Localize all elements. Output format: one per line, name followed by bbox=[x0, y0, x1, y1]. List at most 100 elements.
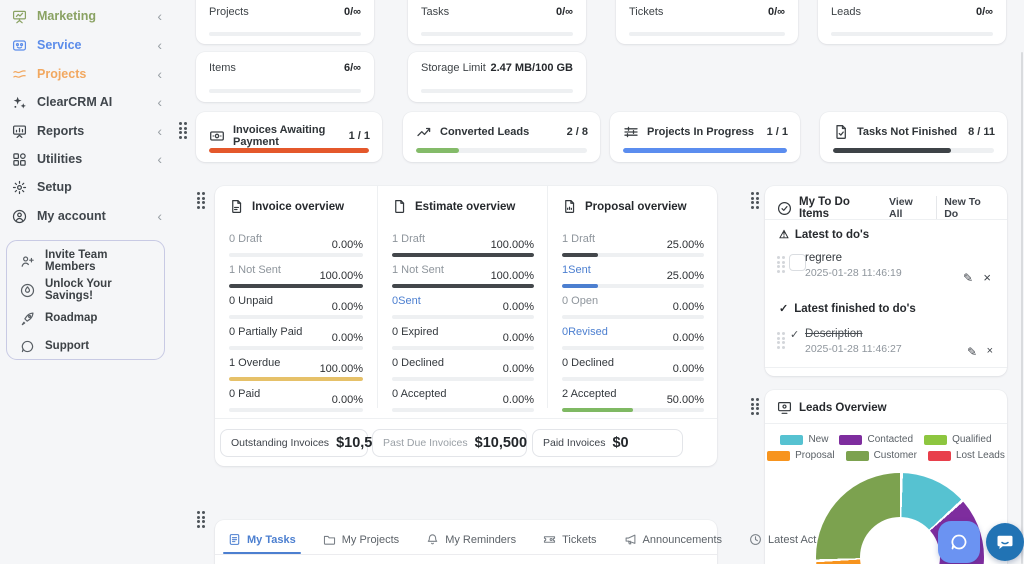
sidebar-item-projects[interactable]: Projects ‹ bbox=[12, 63, 162, 85]
ai-sparkles-icon bbox=[12, 95, 27, 110]
estimate-overview-column: Estimate overview 1 Draft100.00% 1 Not S… bbox=[377, 186, 548, 408]
drag-handle-icon[interactable] bbox=[777, 332, 785, 349]
roadmap-link[interactable]: Roadmap bbox=[20, 307, 156, 329]
invoice-row-overdue: 1 Overdue100.00% bbox=[229, 356, 363, 387]
legend-item: Contacted bbox=[839, 434, 913, 445]
tab-announcements[interactable]: Announcements bbox=[624, 526, 723, 553]
chevron-left-icon: ‹ bbox=[157, 38, 162, 52]
trend-up-icon bbox=[416, 124, 432, 140]
proposal-overview-column: Proposal overview 1 Draft25.00% 1Sent25.… bbox=[547, 186, 718, 408]
proposal-row-accepted: 2 Accepted50.00% bbox=[562, 387, 704, 418]
stat-card-storage-limit: Storage Limit2.47 MB/100 GB bbox=[408, 52, 586, 102]
chevron-left-icon: ‹ bbox=[157, 152, 162, 166]
kpi-card-tasks-not-finished: Tasks Not Finished 8 / 11 bbox=[820, 112, 1007, 162]
user-plus-icon bbox=[20, 254, 35, 269]
invoice-row-draft: 0 Draft0.00% bbox=[229, 232, 363, 263]
todo-item-title: Description bbox=[805, 328, 902, 340]
legend-swatch bbox=[839, 435, 862, 445]
proposal-document-icon bbox=[562, 199, 577, 214]
invoice-overview-title: Invoice overview bbox=[252, 201, 344, 213]
edit-icon[interactable]: ✎ bbox=[963, 272, 973, 284]
tab-latest-activity[interactable]: Latest Act bbox=[749, 526, 816, 553]
banknote-icon bbox=[209, 128, 225, 144]
sliders-icon bbox=[623, 124, 639, 140]
invoice-row-not-sent: 1 Not Sent100.00% bbox=[229, 263, 363, 294]
proposal-row-draft: 1 Draft25.00% bbox=[562, 232, 704, 263]
todo-item-title: regrere bbox=[805, 252, 902, 264]
gear-icon bbox=[12, 180, 27, 195]
projects-progress-bar bbox=[209, 32, 361, 36]
proposal-row-sent: 1Sent25.00% bbox=[562, 263, 704, 294]
invoices-awaiting-progress-bar bbox=[209, 148, 369, 153]
sidebar-item-my-account[interactable]: My account ‹ bbox=[12, 205, 162, 227]
documents-overview-panel: Invoice overview 0 Draft0.00% 1 Not Sent… bbox=[215, 186, 717, 466]
service-screen-icon bbox=[12, 38, 27, 53]
sidebar-item-label: Projects bbox=[37, 67, 86, 81]
sidebar-item-reports[interactable]: Reports ‹ bbox=[12, 120, 162, 142]
proposal-row-declined: 0 Declined0.00% bbox=[562, 356, 704, 387]
sidebar-item-clearcrm-ai[interactable]: ClearCRM AI ‹ bbox=[12, 91, 162, 113]
check-circle-icon bbox=[777, 201, 792, 216]
tasks-progress-bar bbox=[421, 32, 573, 36]
legend-item: Lost Leads bbox=[928, 450, 1005, 461]
drag-handle-icon[interactable] bbox=[751, 398, 759, 415]
warning-icon: ⚠ bbox=[779, 228, 789, 241]
drag-handle-icon[interactable] bbox=[179, 122, 187, 139]
tickets-progress-bar bbox=[629, 32, 785, 36]
drag-handle-icon[interactable] bbox=[751, 192, 759, 209]
proposal-row-revised: 0Revised0.00% bbox=[562, 325, 704, 356]
converted-leads-progress-bar bbox=[416, 148, 587, 153]
estimate-row-draft: 1 Draft100.00% bbox=[392, 232, 534, 263]
tasks-not-finished-bar bbox=[833, 148, 994, 153]
sidebar-item-label: Marketing bbox=[37, 9, 96, 23]
bell-icon bbox=[426, 533, 439, 546]
panel-divider bbox=[215, 418, 717, 419]
outstanding-invoices-pill: Outstanding Invoices $10,500 bbox=[220, 429, 368, 457]
invoice-document-icon bbox=[229, 199, 244, 214]
close-icon[interactable]: × bbox=[987, 346, 993, 357]
chevron-left-icon: ‹ bbox=[157, 209, 162, 223]
check-icon: ✓ bbox=[779, 302, 788, 315]
sidebar-item-service[interactable]: Service ‹ bbox=[12, 34, 162, 56]
invite-team-members-link[interactable]: Invite Team Members bbox=[20, 250, 156, 272]
sidebar-item-setup[interactable]: Setup bbox=[12, 176, 162, 198]
chat-widget-button[interactable] bbox=[938, 521, 980, 563]
vertical-scrollbar[interactable] bbox=[1021, 52, 1023, 564]
megaphone-icon bbox=[624, 533, 637, 546]
leads-overview-title: Leads Overview bbox=[799, 402, 887, 414]
sidebar-item-label: Utilities bbox=[37, 152, 82, 166]
leads-progress-bar bbox=[831, 32, 993, 36]
messenger-widget-button[interactable] bbox=[986, 523, 1024, 561]
invoice-row-partially-paid: 0 Partially Paid0.00% bbox=[229, 325, 363, 356]
crm-dashboard: Marketing ‹ Service ‹ Projects ‹ ClearCR… bbox=[0, 0, 1024, 564]
todo-checkbox[interactable] bbox=[789, 254, 806, 271]
stat-card-projects: Projects0/∞ bbox=[196, 0, 374, 44]
legend-swatch bbox=[846, 451, 869, 461]
drag-handle-icon[interactable] bbox=[197, 511, 205, 528]
storage-progress-bar bbox=[421, 89, 573, 93]
tab-tickets[interactable]: Tickets bbox=[543, 526, 596, 553]
sidebar-item-label: Reports bbox=[37, 124, 84, 138]
new-to-do-link[interactable]: New To Do bbox=[944, 196, 997, 220]
edit-icon[interactable]: ✎ bbox=[967, 346, 977, 358]
reports-chart-icon bbox=[12, 124, 27, 139]
leads-chart-legend: New Contacted Qualified Proposal Custome… bbox=[765, 434, 1007, 461]
sidebar-item-utilities[interactable]: Utilities ‹ bbox=[12, 148, 162, 170]
tab-my-projects[interactable]: My Projects bbox=[323, 526, 399, 553]
view-all-link[interactable]: View All bbox=[889, 196, 937, 220]
legend-swatch bbox=[928, 451, 951, 461]
panel-divider bbox=[765, 423, 1007, 424]
latest-todos-heading: ⚠ Latest to do's bbox=[779, 228, 869, 241]
legend-item: Qualified bbox=[924, 434, 991, 445]
unlock-savings-link[interactable]: Unlock Your Savings! bbox=[20, 279, 156, 301]
drag-handle-icon[interactable] bbox=[777, 256, 785, 273]
sidebar-item-marketing[interactable]: Marketing ‹ bbox=[12, 5, 162, 27]
estimate-row-not-sent: 1 Not Sent100.00% bbox=[392, 263, 534, 294]
close-icon[interactable]: × bbox=[983, 271, 991, 284]
drag-handle-icon[interactable] bbox=[197, 192, 205, 209]
tab-my-reminders[interactable]: My Reminders bbox=[426, 526, 516, 553]
tab-my-tasks[interactable]: My Tasks bbox=[228, 526, 296, 553]
panel-divider bbox=[765, 219, 1007, 220]
support-link[interactable]: Support bbox=[20, 335, 156, 357]
items-progress-bar bbox=[209, 89, 361, 93]
